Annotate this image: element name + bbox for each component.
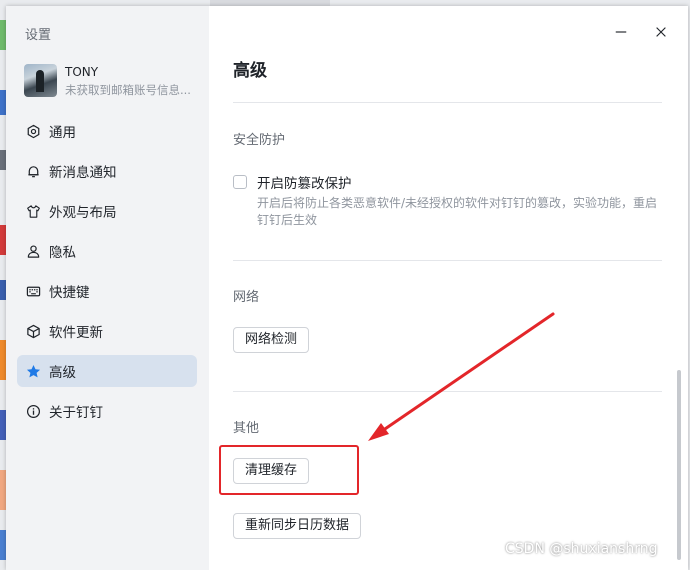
sidebar-item-privacy[interactable]: 隐私 — [17, 235, 197, 267]
keyboard-icon — [25, 283, 41, 299]
annotation-highlight-box — [219, 445, 359, 495]
settings-sidebar: 设置 TONY 未获取到邮箱账号信息... 通用 新消息通知 外观与布局 隐私 … — [6, 6, 209, 570]
window-title: 设置 — [25, 28, 52, 43]
page-title: 高级 — [233, 61, 267, 81]
avatar — [24, 64, 57, 97]
profile-subtitle: 未获取到邮箱账号信息... — [65, 83, 191, 97]
tamper-protection-checkbox[interactable] — [233, 175, 247, 189]
settings-nav: 通用 新消息通知 外观与布局 隐私 快捷键 软件更新 高级 关于钉钉 — [17, 115, 197, 435]
divider — [233, 391, 662, 392]
sidebar-item-label: 关于钉钉 — [49, 405, 103, 421]
tamper-protection-option[interactable]: 开启防篡改保护 — [233, 172, 352, 192]
divider — [233, 102, 662, 103]
shirt-icon — [25, 203, 41, 219]
minimize-icon — [615, 31, 627, 33]
section-title-network: 网络 — [233, 290, 260, 305]
sidebar-item-label: 外观与布局 — [49, 205, 117, 221]
tamper-protection-description: 开启后将防止各类恶意软件/未经授权的软件对钉钉的篡改，实验功能，重启钉钉后生效 — [257, 196, 658, 227]
bell-icon — [25, 163, 41, 179]
section-title-security: 安全防护 — [233, 133, 286, 148]
settings-circle-icon — [25, 123, 41, 139]
sidebar-item-label: 新消息通知 — [49, 165, 117, 181]
resync-calendar-button[interactable]: 重新同步日历数据 — [233, 513, 362, 539]
sidebar-item-notifications[interactable]: 新消息通知 — [17, 155, 197, 187]
sidebar-item-label: 隐私 — [49, 245, 76, 261]
sidebar-item-label: 通用 — [49, 125, 76, 141]
tamper-protection-label: 开启防篡改保护 — [257, 176, 352, 192]
sidebar-item-updates[interactable]: 软件更新 — [17, 315, 197, 347]
network-check-button[interactable]: 网络检测 — [233, 327, 310, 353]
user-profile[interactable]: TONY 未获取到邮箱账号信息... — [24, 64, 204, 98]
watermark-text: CSDN @shuxianshrng — [505, 541, 658, 557]
minimize-button[interactable] — [613, 24, 629, 40]
person-icon — [25, 243, 41, 259]
sidebar-item-appearance[interactable]: 外观与布局 — [17, 195, 197, 227]
star-icon — [25, 363, 41, 379]
close-button[interactable] — [653, 24, 669, 40]
sidebar-item-shortcuts[interactable]: 快捷键 — [17, 275, 197, 307]
sidebar-item-advanced[interactable]: 高级 — [17, 355, 197, 387]
scrollbar[interactable] — [677, 370, 681, 560]
sidebar-item-about[interactable]: 关于钉钉 — [17, 395, 197, 427]
section-title-other: 其他 — [233, 421, 260, 436]
sidebar-item-general[interactable]: 通用 — [17, 115, 197, 147]
sidebar-item-label: 软件更新 — [49, 325, 103, 341]
close-icon — [656, 27, 666, 37]
sidebar-item-label: 高级 — [49, 365, 76, 381]
info-icon — [25, 403, 41, 419]
cube-icon — [25, 323, 41, 339]
sidebar-item-label: 快捷键 — [49, 285, 90, 301]
divider — [233, 260, 662, 261]
profile-name: TONY — [65, 65, 99, 79]
